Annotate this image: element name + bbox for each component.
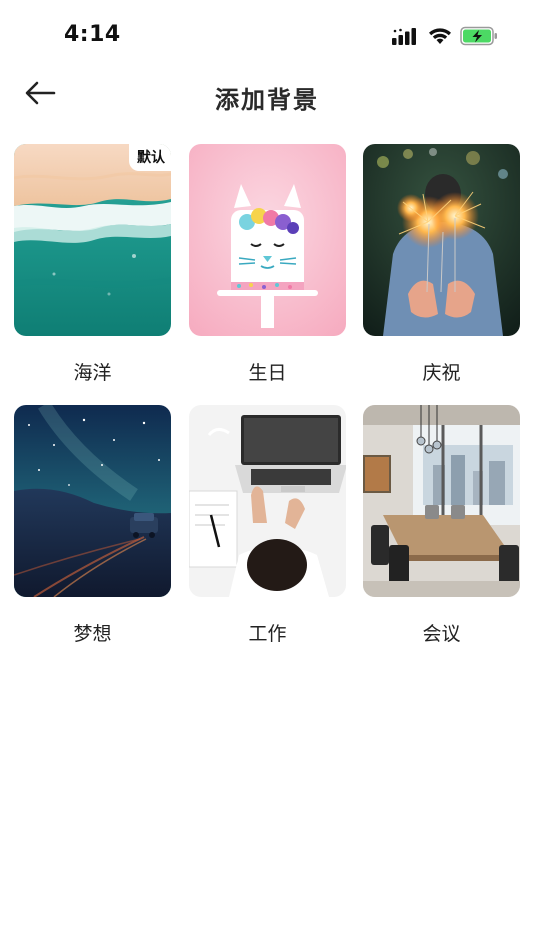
default-badge: 默认 <box>129 144 171 171</box>
battery-charging-icon <box>460 26 498 50</box>
background-card-celebration[interactable]: 庆祝 <box>363 144 520 384</box>
status-icons <box>392 26 498 50</box>
ocean-thumbnail: 默认 <box>14 144 171 336</box>
background-label: 梦想 <box>73 623 112 645</box>
cellular-signal-icon <box>392 27 420 49</box>
background-card-birthday[interactable]: 生日 <box>189 144 346 384</box>
meeting-thumbnail <box>363 405 520 597</box>
status-time: 4:14 <box>64 22 121 47</box>
nav-bar: 添加背景 <box>0 72 534 118</box>
background-card-dream[interactable]: 梦想 <box>14 405 171 645</box>
celebration-thumbnail <box>363 144 520 336</box>
background-label: 工作 <box>248 623 287 645</box>
background-label: 会议 <box>422 623 461 645</box>
status-bar: 4:14 <box>0 0 534 72</box>
wifi-icon <box>428 27 452 49</box>
background-card-meeting[interactable]: 会议 <box>363 405 520 645</box>
background-card-ocean[interactable]: 默认 海洋 <box>14 144 171 384</box>
birthday-thumbnail <box>189 144 346 336</box>
page-title: 添加背景 <box>215 86 319 114</box>
dream-thumbnail <box>14 405 171 597</box>
background-label: 生日 <box>248 362 287 384</box>
background-card-work[interactable]: 工作 <box>189 405 346 645</box>
background-label: 庆祝 <box>422 362 461 384</box>
work-thumbnail <box>189 405 346 597</box>
background-label: 海洋 <box>73 362 112 384</box>
